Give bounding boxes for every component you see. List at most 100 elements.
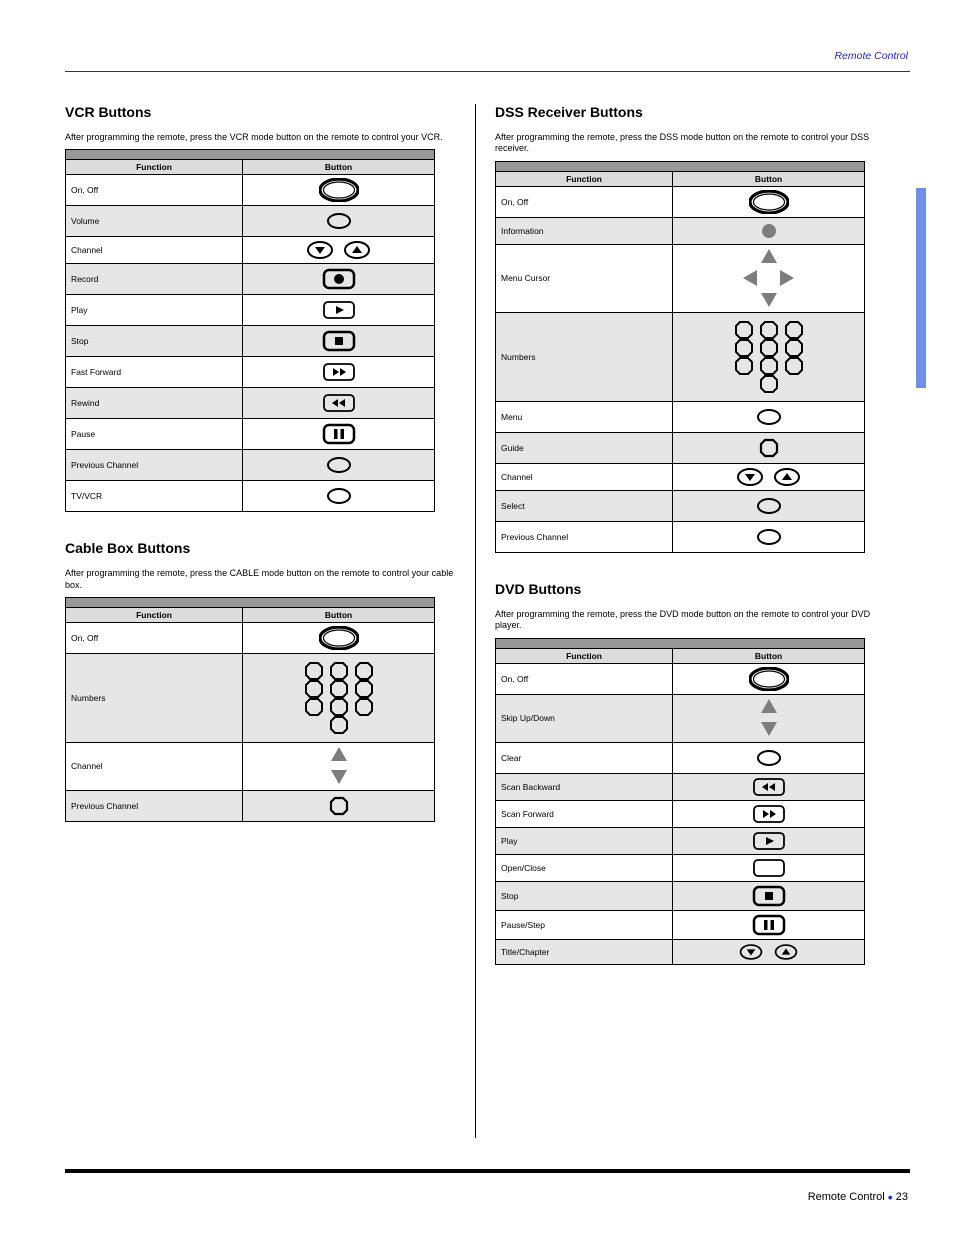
- table-row: Volume: [66, 206, 435, 237]
- table-row: On, Off: [496, 186, 865, 217]
- table-row: Menu: [496, 402, 865, 433]
- power-icon: [317, 185, 361, 195]
- header-rule: [65, 71, 910, 72]
- table-row: Numbers: [66, 653, 435, 742]
- table-row: Pause/Step: [496, 910, 865, 939]
- function-cell: Numbers: [66, 653, 243, 742]
- button-cell: [243, 175, 435, 206]
- dvd-title: DVD Buttons: [495, 581, 890, 597]
- function-cell: Clear: [496, 742, 673, 773]
- play2-icon: [749, 835, 789, 845]
- cable-subtitle: After programming the remote, press the …: [65, 568, 460, 591]
- page-number: 23: [896, 1191, 908, 1203]
- keypad-icon: [297, 692, 381, 702]
- table-row: Channel: [496, 464, 865, 491]
- function-cell: Previous Channel: [66, 791, 243, 822]
- function-cell: Previous Channel: [496, 522, 673, 553]
- function-cell: Play: [66, 295, 243, 326]
- col-function: Function: [496, 648, 673, 663]
- button-cell: [673, 939, 865, 964]
- button-cell: [243, 419, 435, 450]
- octa-icon: [325, 800, 353, 810]
- button-cell: [243, 206, 435, 237]
- button-cell: [673, 464, 865, 491]
- table-row: Channel: [66, 237, 435, 264]
- table-row: Scan Forward: [496, 800, 865, 827]
- oval-icon: [747, 500, 791, 510]
- function-cell: Stop: [496, 881, 673, 910]
- filldot-icon: [757, 225, 781, 235]
- dss-subtitle: After programming the remote, press the …: [495, 132, 890, 155]
- table-row: Numbers: [496, 313, 865, 402]
- table-row: On, Off: [66, 175, 435, 206]
- table-row: Clear: [496, 742, 865, 773]
- dss-table: FunctionButton On, OffInformationMenu Cu…: [495, 161, 865, 554]
- button-cell: [243, 357, 435, 388]
- table-row: Skip Up/Down: [496, 694, 865, 742]
- button-cell: [673, 244, 865, 313]
- function-cell: Fast Forward: [66, 357, 243, 388]
- function-cell: Stop: [66, 326, 243, 357]
- table-row: Guide: [496, 433, 865, 464]
- button-cell: [243, 450, 435, 481]
- button-cell: [673, 433, 865, 464]
- keypad-icon: [727, 351, 811, 361]
- side-tab-label: REMOTE CONTROL: [932, 97, 942, 211]
- button-cell: [673, 313, 865, 402]
- vcr-block: VCR Buttons After programming the remote…: [65, 104, 460, 512]
- footer-rule: [65, 1169, 910, 1173]
- col-function: Function: [496, 171, 673, 186]
- col-button: Button: [243, 160, 435, 175]
- button-cell: [673, 773, 865, 800]
- rew-icon: [317, 398, 361, 408]
- function-cell: Volume: [66, 206, 243, 237]
- function-cell: On, Off: [496, 663, 673, 694]
- function-cell: Information: [496, 217, 673, 244]
- side-tab: [916, 188, 926, 388]
- table-row: Stop: [66, 326, 435, 357]
- table-row: Select: [496, 491, 865, 522]
- table-row: Play: [496, 827, 865, 854]
- col-button: Button: [673, 171, 865, 186]
- cable-table: FunctionButton On, OffNumbersChannelPrev…: [65, 597, 435, 822]
- function-cell: Menu: [496, 402, 673, 433]
- table-row: Open/Close: [496, 854, 865, 881]
- vol-icon: [317, 216, 361, 226]
- power-icon: [747, 196, 791, 206]
- stop2-icon: [749, 890, 789, 900]
- button-cell: [243, 481, 435, 512]
- dvd-block: DVD Buttons After programming the remote…: [495, 581, 890, 965]
- footer-text: Remote Control: [808, 1191, 888, 1203]
- power-icon: [317, 632, 361, 642]
- button-cell: [673, 663, 865, 694]
- cable-block: Cable Box Buttons After programming the …: [65, 540, 460, 822]
- vcr-subtitle: After programming the remote, press the …: [65, 132, 460, 143]
- stop-icon: [317, 336, 361, 346]
- button-cell: [673, 522, 865, 553]
- button-cell: [243, 653, 435, 742]
- dvd-subtitle: After programming the remote, press the …: [495, 609, 890, 632]
- function-cell: Scan Backward: [496, 773, 673, 800]
- button-cell: [673, 800, 865, 827]
- content-area: VCR Buttons After programming the remote…: [65, 104, 910, 1160]
- button-cell: [243, 237, 435, 264]
- power-icon: [747, 673, 791, 683]
- button-cell: [243, 742, 435, 790]
- col-button: Button: [673, 648, 865, 663]
- rec-icon: [317, 274, 361, 284]
- pause2-icon: [749, 919, 789, 929]
- oval-icon: [317, 460, 361, 470]
- col-button: Button: [243, 607, 435, 622]
- function-cell: On, Off: [496, 186, 673, 217]
- ff2-icon: [749, 808, 789, 818]
- pause-icon: [317, 429, 361, 439]
- col-function: Function: [66, 607, 243, 622]
- table-row: On, Off: [496, 663, 865, 694]
- dss-title: DSS Receiver Buttons: [495, 104, 890, 120]
- table-row: Previous Channel: [66, 450, 435, 481]
- function-cell: Menu Cursor: [496, 244, 673, 313]
- button-cell: [673, 881, 865, 910]
- table-row: Title/Chapter: [496, 939, 865, 964]
- table-row: Information: [496, 217, 865, 244]
- button-cell: [673, 827, 865, 854]
